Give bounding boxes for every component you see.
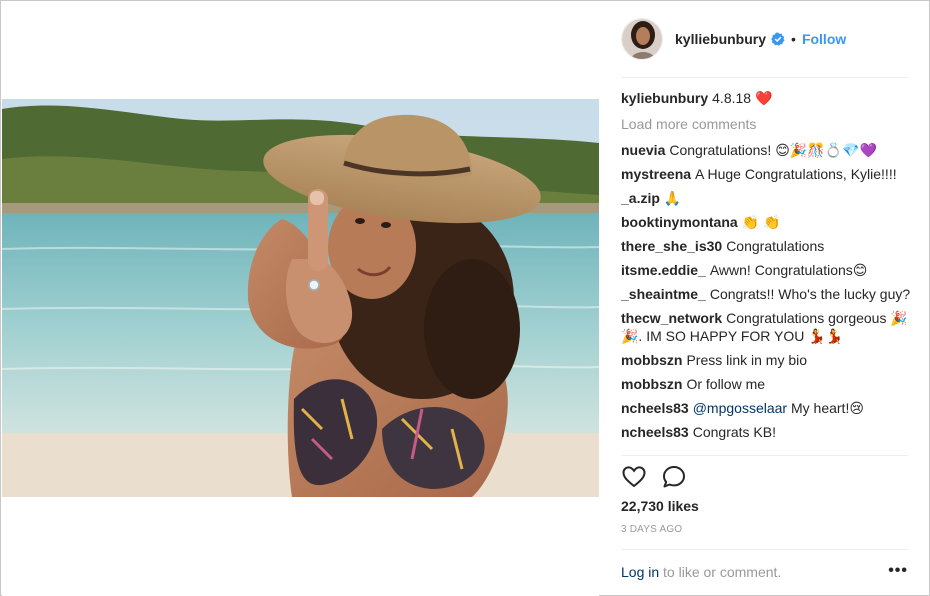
- login-link[interactable]: Log in: [621, 564, 659, 580]
- comment-username[interactable]: ncheels83: [621, 424, 689, 440]
- comment-text: My heart!😢: [787, 400, 864, 416]
- comment: itsme.eddie_ Awwn! Congratulations😊: [621, 261, 912, 279]
- comment-text: 🙏: [663, 190, 682, 206]
- comment-text: Congrats KB!: [692, 424, 776, 440]
- comment-username[interactable]: _sheaintme_: [621, 286, 706, 302]
- post-photo[interactable]: [2, 99, 599, 497]
- caption-text: 4.8.18 ❤️: [712, 90, 773, 106]
- comment-text: Or follow me: [686, 376, 766, 392]
- comment-username[interactable]: thecw_network: [621, 310, 722, 326]
- comment: mobbszn Or follow me: [621, 375, 912, 393]
- load-more-comments-button[interactable]: Load more comments: [621, 115, 912, 133]
- comment: mobbszn Press link in my bio: [621, 351, 912, 369]
- comment: there_she_is30 Congratulations: [621, 237, 912, 255]
- comment-username[interactable]: mobbszn: [621, 352, 682, 368]
- comment-text: Congratulations! 😊🎉🎊💍💎💜: [669, 142, 877, 158]
- comment: _sheaintme_ Congrats!! Who's the lucky gu…: [621, 285, 912, 303]
- comment: booktinymontana 👏 👏: [621, 213, 912, 231]
- comment-username[interactable]: booktinymontana: [621, 214, 738, 230]
- avatar[interactable]: [621, 18, 663, 60]
- comments-list[interactable]: kyliebunbury 4.8.18 ❤️ Load more comments…: [621, 89, 912, 455]
- comment-username[interactable]: there_she_is30: [621, 238, 722, 254]
- heart-icon[interactable]: [621, 464, 647, 490]
- comment: nuevia Congratulations! 😊🎉🎊💍💎💜: [621, 141, 912, 159]
- comment-text: Awwn! Congratulations😊: [709, 262, 868, 278]
- more-options-button[interactable]: •••: [888, 562, 908, 580]
- photo-area: [2, 2, 599, 596]
- avatar-image: [622, 19, 662, 59]
- comment-text: Congrats!! Who's the lucky guy?: [709, 286, 911, 302]
- comment-text: Press link in my bio: [686, 352, 808, 368]
- comment: thecw_network Congratulations gorgeous 🎉🎉…: [621, 309, 912, 345]
- username-link[interactable]: kylliebunbury: [675, 31, 766, 47]
- comment-bubble-icon[interactable]: [661, 464, 687, 490]
- comments-divider: [621, 455, 908, 456]
- comment-username[interactable]: itsme.eddie_: [621, 262, 706, 278]
- post-header: kylliebunbury • Follow: [621, 16, 846, 62]
- caption: kyliebunbury 4.8.18 ❤️: [621, 89, 912, 107]
- comment-username[interactable]: mobbszn: [621, 376, 682, 392]
- post-frame: kylliebunbury • Follow kyliebunbury 4.8.1…: [0, 0, 930, 596]
- beach-photo-image: [2, 99, 599, 497]
- caption-username[interactable]: kyliebunbury: [621, 90, 708, 106]
- follow-button[interactable]: Follow: [802, 31, 846, 47]
- post-timestamp[interactable]: 3 DAYS AGO: [621, 524, 682, 535]
- comment-username[interactable]: ncheels83: [621, 400, 689, 416]
- header-separator: •: [791, 31, 796, 47]
- comment-username[interactable]: _a.zip: [621, 190, 660, 206]
- action-bar: [621, 464, 687, 490]
- footer-divider: [621, 549, 908, 550]
- comment: ncheels83 @mpgosselaar My heart!😢: [621, 399, 912, 417]
- comment-text: Congratulations: [726, 238, 825, 254]
- comment-username[interactable]: nuevia: [621, 142, 665, 158]
- comment: mystreena A Huge Congratulations, Kylie!!…: [621, 165, 912, 183]
- comment-mention-link[interactable]: @mpgosselaar: [693, 400, 787, 416]
- verified-badge-icon: [771, 32, 785, 46]
- likes-count[interactable]: 22,730 likes: [621, 498, 699, 514]
- comment: _a.zip 🙏: [621, 189, 912, 207]
- comment: ncheels83 Congrats KB!: [621, 423, 912, 441]
- comment-text: 👏 👏: [741, 214, 781, 230]
- comment-text: A Huge Congratulations, Kylie!!!!: [695, 166, 897, 182]
- login-prompt: Log in to like or comment.: [621, 564, 781, 580]
- comment-username[interactable]: mystreena: [621, 166, 691, 182]
- header-divider: [621, 77, 908, 78]
- post-sidebar: kylliebunbury • Follow kyliebunbury 4.8.1…: [599, 2, 930, 596]
- login-prompt-text: to like or comment.: [659, 564, 782, 580]
